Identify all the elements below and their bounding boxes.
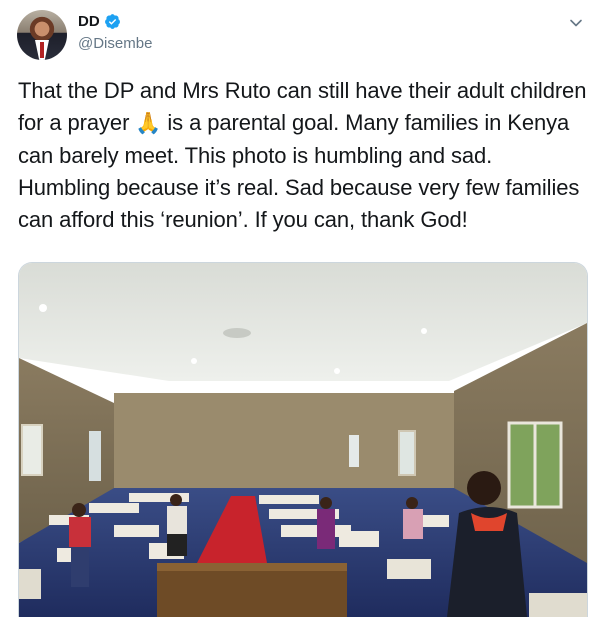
tweet-photo[interactable] bbox=[18, 262, 588, 617]
chevron-down-icon[interactable] bbox=[569, 16, 583, 30]
avatar-tie bbox=[40, 42, 44, 58]
tweet-text: That the DP and Mrs Ruto can still have … bbox=[18, 75, 590, 236]
verified-badge-icon bbox=[104, 14, 120, 29]
author-handle[interactable]: @Disembe bbox=[78, 35, 152, 52]
praying-hands-emoji: 🙏 bbox=[135, 112, 162, 135]
author-name-row[interactable]: DD bbox=[78, 13, 121, 30]
church-interior-illustration bbox=[19, 263, 587, 617]
tweet-card: DD @Disembe That the DP and Mrs Ruto can… bbox=[0, 0, 605, 617]
author-avatar[interactable] bbox=[17, 10, 67, 60]
author-name[interactable]: DD bbox=[78, 13, 100, 30]
